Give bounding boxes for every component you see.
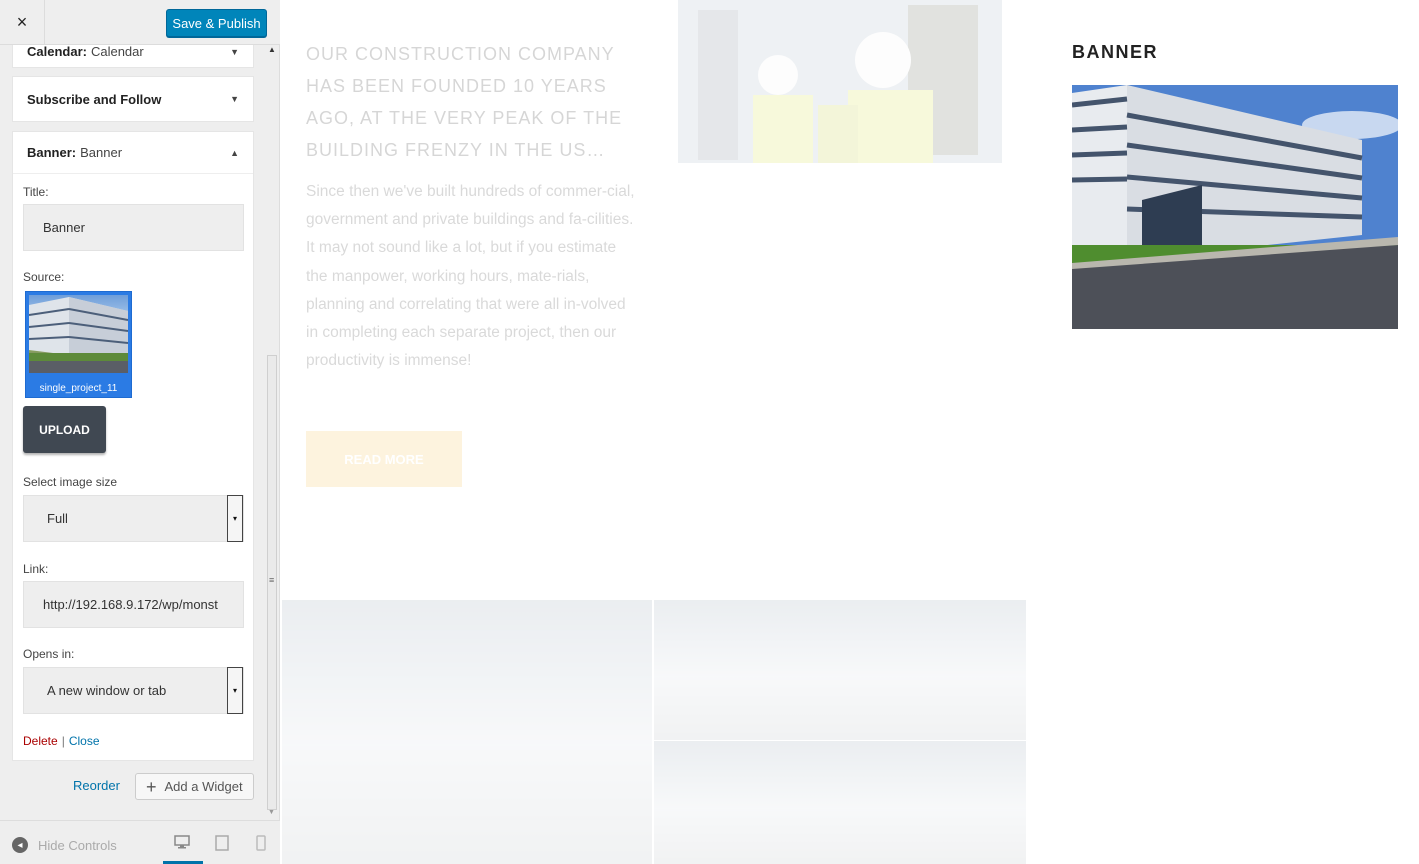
opens-in-label: Opens in: — [23, 647, 75, 661]
opens-in-value: A new window or tab — [47, 683, 167, 698]
widget-panel[interactable]: Calendar: Calendar ▼ Subscribe and Follo… — [0, 45, 266, 820]
image-size-select[interactable]: Full ▾ — [23, 495, 244, 542]
widget-calendar[interactable]: Calendar: Calendar ▼ — [12, 45, 254, 68]
workers-image — [678, 0, 1002, 163]
close-link[interactable]: Close — [69, 734, 100, 748]
hide-controls-button[interactable]: ◂ Hide Controls — [12, 837, 117, 853]
dropdown-arrow-icon[interactable]: ▾ — [227, 495, 243, 542]
project-gallery — [282, 600, 1026, 864]
section-headline: OUR CONSTRUCTION COMPANY HAS BEEN FOUNDE… — [306, 44, 623, 160]
hide-controls-label: Hide Controls — [38, 837, 117, 853]
link-input[interactable]: http://192.168.9.172/wp/monst — [23, 581, 244, 628]
widget-actions: Delete | Close — [23, 734, 100, 748]
sidebar-widget-area: BANNER — [1026, 0, 1419, 864]
customizer-sidebar: Calendar: Calendar ▼ Subscribe and Follo… — [0, 0, 280, 864]
gallery-image[interactable] — [282, 600, 652, 864]
sidebar-scrollbar[interactable]: ▲ ≡ ▼ — [266, 45, 278, 820]
customizer-header: × Save & Publish — [0, 0, 280, 45]
save-publish-button[interactable]: Save & Publish — [166, 9, 267, 37]
chevron-up-icon[interactable]: ▲ — [230, 148, 239, 158]
customizer-footer: ◂ Hide Controls — [0, 820, 280, 864]
link-label: Link: — [23, 562, 49, 576]
building-thumbnail-image — [29, 295, 128, 373]
widget-title-label: Calendar — [90, 45, 144, 59]
widget-banner-header[interactable]: Banner: Banner ▲ — [13, 132, 253, 174]
banner-widget-title: BANNER — [1072, 42, 1159, 62]
gallery-image[interactable] — [840, 600, 1026, 740]
widget-title-label: Banner — [80, 145, 123, 160]
add-widget-button[interactable]: + Add a Widget — [135, 773, 254, 800]
image-size-value: Full — [47, 511, 68, 526]
mobile-preview-icon[interactable] — [256, 835, 266, 854]
chevron-down-icon[interactable]: ▼ — [230, 94, 239, 104]
separator: | — [61, 734, 65, 748]
grip-icon: ≡ — [269, 575, 275, 585]
collapse-icon: ◂ — [12, 837, 28, 853]
gallery-image[interactable] — [654, 600, 840, 740]
source-label: Source: — [23, 270, 65, 284]
desktop-preview-icon[interactable] — [174, 835, 190, 852]
dropdown-arrow-icon[interactable]: ▾ — [227, 667, 243, 714]
main-content: OUR CONSTRUCTION COMPANY HAS BEEN FOUNDE… — [282, 0, 1026, 864]
delete-link[interactable]: Delete — [23, 734, 58, 748]
scroll-up-icon[interactable]: ▲ — [268, 45, 276, 54]
site-preview[interactable]: OUR CONSTRUCTION COMPANY HAS BEEN FOUNDE… — [282, 0, 1419, 864]
widget-type-label: Calendar: — [27, 45, 87, 59]
upload-button[interactable]: UPLOAD — [23, 406, 106, 453]
reorder-link[interactable]: Reorder — [73, 778, 120, 793]
widget-type-label: Subscribe and Follow — [27, 91, 162, 107]
chevron-down-icon[interactable]: ▼ — [230, 47, 239, 57]
plus-icon: + — [146, 776, 157, 797]
opens-in-select[interactable]: A new window or tab ▾ — [23, 667, 244, 714]
read-more-button[interactable]: READ MORE — [306, 431, 462, 487]
close-icon[interactable]: × — [0, 0, 45, 45]
widget-subscribe-header[interactable]: Subscribe and Follow ▼ — [13, 77, 253, 121]
section-body: Since then we've built hundreds of comme… — [306, 183, 635, 370]
tablet-preview-icon[interactable] — [215, 835, 229, 854]
image-size-label: Select image size — [23, 475, 118, 489]
title-input[interactable]: Banner — [23, 204, 244, 251]
add-widget-label: Add a Widget — [164, 779, 243, 794]
source-filename: single_project_11 — [39, 383, 118, 394]
source-image-thumbnail[interactable]: single_project_11 — [25, 291, 132, 398]
widget-banner: Banner: Banner ▲ Title: Banner Source: s… — [12, 131, 254, 761]
widget-calendar-header[interactable]: Calendar: Calendar ▼ — [13, 45, 253, 69]
scroll-down-icon[interactable]: ▼ — [268, 809, 275, 816]
widget-subscribe-follow[interactable]: Subscribe and Follow ▼ — [12, 76, 254, 122]
gallery-image[interactable] — [654, 741, 1026, 864]
banner-image[interactable] — [1072, 85, 1398, 329]
title-label: Title: — [23, 185, 49, 199]
widget-type-label: Banner: — [27, 145, 77, 160]
